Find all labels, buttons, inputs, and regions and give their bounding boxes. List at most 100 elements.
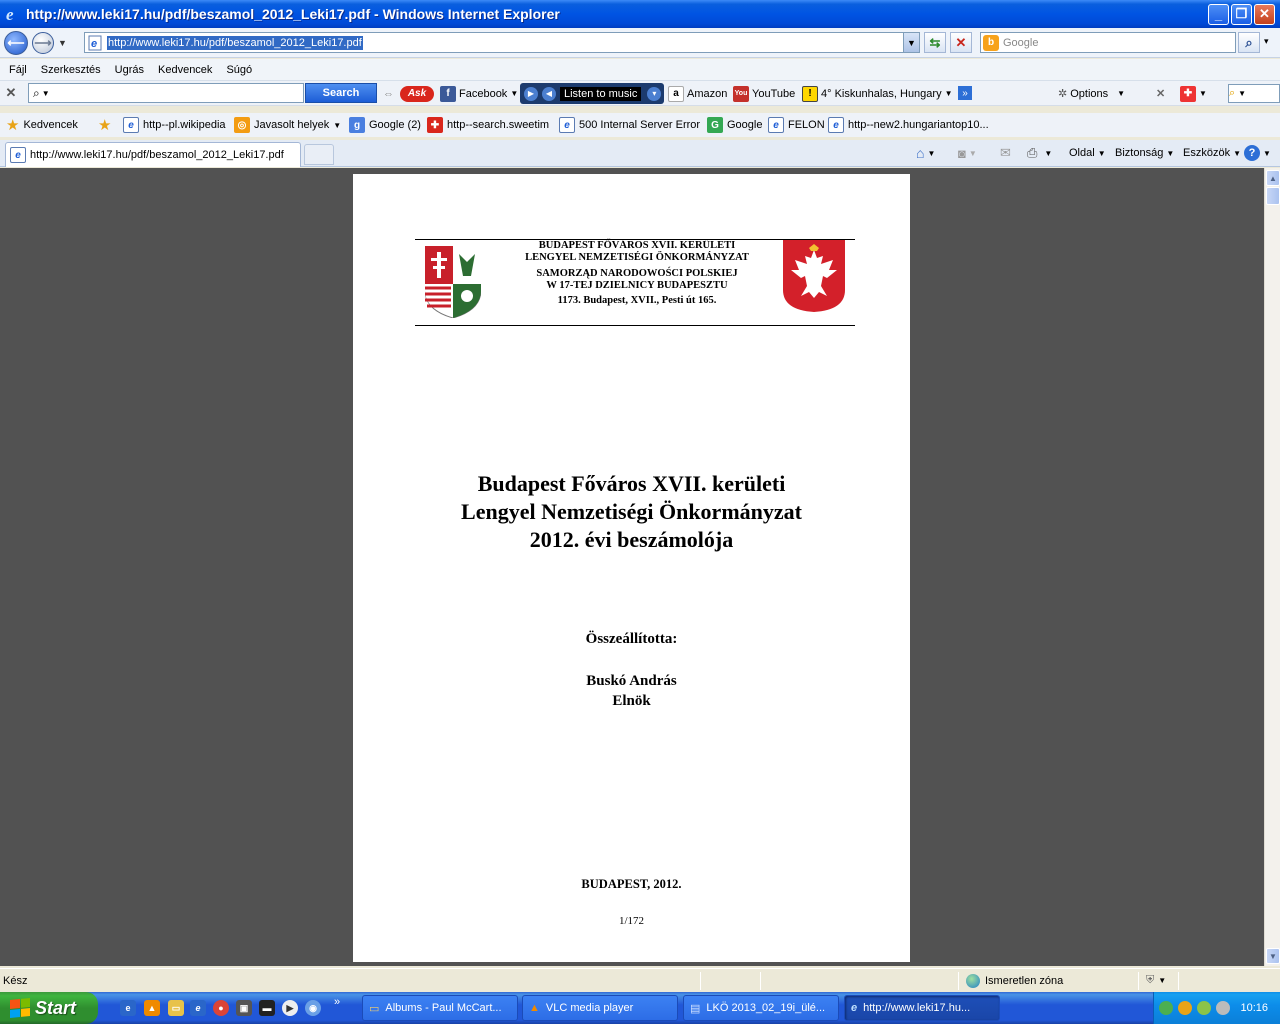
status-bar: Kész Ismeretlen zóna ⛨ ▼ xyxy=(0,968,1280,992)
search-go-icon[interactable]: ⌕ xyxy=(1238,32,1260,53)
ie-quicklaunch-icon[interactable]: e xyxy=(120,1000,136,1016)
music-player[interactable]: ▶ ◀ Listen to music ▾ xyxy=(520,83,664,104)
ie-icon: e xyxy=(851,1002,858,1014)
ask-search-input[interactable]: ⌕ ▼ xyxy=(28,83,304,103)
help-button[interactable]: ? ▼ xyxy=(1244,143,1271,163)
options-button[interactable]: ✲ Options ▼ xyxy=(1058,84,1125,103)
menu-help[interactable]: Súgó xyxy=(226,64,252,76)
address-field[interactable]: e http://www.leki17.hu/pdf/beszamol_2012… xyxy=(84,32,920,53)
tools-menu-button[interactable]: Eszközök ▼ xyxy=(1183,143,1241,163)
ie-quicklaunch-icon[interactable]: e xyxy=(190,1000,206,1016)
addon-button[interactable]: ✚ ▼ xyxy=(1180,84,1207,103)
start-button[interactable]: Start xyxy=(0,992,98,1024)
title-bar: e http://www.leki17.hu/pdf/beszamol_2012… xyxy=(0,0,1280,28)
page-icon: e xyxy=(123,117,139,133)
chevron-down-icon: ▼ xyxy=(1097,148,1106,158)
player-quicklaunch-icon[interactable]: ▶ xyxy=(282,1000,298,1016)
chrome-quicklaunch-icon[interactable]: ● xyxy=(213,1000,229,1016)
fav-link-sweetim[interactable]: ✚ http--search.sweetim xyxy=(427,117,549,133)
safety-menu-button[interactable]: Biztonság ▼ xyxy=(1115,143,1174,163)
menu-file[interactable]: Fájl xyxy=(9,64,27,76)
volume-tray-icon[interactable] xyxy=(1216,1001,1230,1015)
forward-button[interactable]: ⟶ xyxy=(32,31,54,54)
ask-search-button[interactable]: Search xyxy=(305,83,377,103)
menu-edit[interactable]: Szerkesztés xyxy=(41,64,101,76)
favorites-button[interactable]: ★ Kedvencek xyxy=(6,116,78,134)
scroll-up-icon[interactable]: ▲ xyxy=(1266,170,1280,186)
ask-logo-button[interactable]: Ask xyxy=(400,84,434,103)
folder-quicklaunch-icon[interactable]: ▭ xyxy=(168,1000,184,1016)
pdf-page: BUDAPEST FŐVÁROS XVII. KERÜLETI LENGYEL … xyxy=(353,174,910,962)
chevron-down-icon: ▼ xyxy=(968,148,977,158)
fav-link-google2[interactable]: g Google (2) xyxy=(349,117,421,133)
fav-link-wikipedia[interactable]: e http--pl.wikipedia xyxy=(123,117,226,133)
page-menu-button[interactable]: Oldal ▼ xyxy=(1069,143,1106,163)
more-chevron-icon[interactable]: » xyxy=(958,86,972,100)
fav-link-felon[interactable]: e FELON xyxy=(768,117,825,133)
history-dropdown-icon[interactable]: ▼ xyxy=(58,38,67,48)
minimize-button[interactable]: _ xyxy=(1208,3,1229,25)
task-vlc[interactable]: ▲ VLC media player xyxy=(522,995,678,1021)
scroll-thumb[interactable] xyxy=(1266,187,1280,205)
play-icon[interactable]: ▶ xyxy=(524,86,538,101)
feeds-button[interactable]: ◙ ▼ xyxy=(958,143,977,163)
fav-link-google[interactable]: G Google xyxy=(707,117,762,133)
print-button[interactable]: ⎙ ▼ xyxy=(1027,143,1052,163)
fav-link-500-error[interactable]: e 500 Internal Server Error xyxy=(559,117,700,133)
task-albums[interactable]: ▭ Albums - Paul McCart... xyxy=(362,995,518,1021)
status-divider xyxy=(1178,972,1179,990)
scroll-down-icon[interactable]: ▼ xyxy=(1266,948,1280,964)
weather-button[interactable]: ! 4° Kiskunhalas, Hungary ▼ xyxy=(802,84,953,103)
tab-row: e http://www.leki17.hu/pdf/beszamol_2012… xyxy=(0,140,1280,167)
toolbar2-search-input[interactable]: ⌕ ▼ xyxy=(1228,84,1280,103)
menu-favorites[interactable]: Kedvencek xyxy=(158,64,212,76)
page-icon: e xyxy=(828,117,844,133)
search-options-icon[interactable]: ▾ xyxy=(1264,36,1269,47)
back-button[interactable]: ⟵ xyxy=(4,30,28,55)
tab-active[interactable]: e http://www.leki17.hu/pdf/beszamol_2012… xyxy=(5,142,301,167)
fav-link-hungariantop[interactable]: e http--new2.hungariantop10... xyxy=(828,117,989,133)
task-label: http://www.leki17.hu... xyxy=(863,1002,971,1014)
vlc-quicklaunch-icon[interactable]: ▲ xyxy=(144,1000,160,1016)
menu-go[interactable]: Ugrás xyxy=(115,64,144,76)
network-tray-icon[interactable] xyxy=(1197,1001,1211,1015)
refresh-button[interactable]: ⇆ xyxy=(924,32,946,53)
network-quicklaunch-icon[interactable]: ◉ xyxy=(305,1000,321,1016)
vertical-scrollbar[interactable]: ▲ ▼ xyxy=(1264,168,1280,966)
address-dropdown-icon[interactable]: ▼ xyxy=(903,33,919,52)
media-quicklaunch-icon[interactable]: ▣ xyxy=(236,1000,252,1016)
zone-label: Ismeretlen zóna xyxy=(985,974,1064,987)
task-label: VLC media player xyxy=(545,1002,634,1014)
search-input[interactable]: b Google xyxy=(980,32,1236,53)
update-tray-icon[interactable] xyxy=(1178,1001,1192,1015)
protected-mode-button[interactable]: ⛨ ▼ xyxy=(1146,974,1166,987)
facebook-button[interactable]: f Facebook ▼ xyxy=(440,84,518,103)
toolbar-close-icon[interactable]: ✕ xyxy=(0,85,22,101)
amazon-label: Amazon xyxy=(687,87,728,100)
toolbar2-close-icon[interactable]: ✕ xyxy=(1156,84,1165,103)
music-dropdown-icon[interactable]: ▾ xyxy=(647,86,662,101)
window-title: http://www.leki17.hu/pdf/beszamol_2012_L… xyxy=(26,6,560,22)
home-button[interactable]: ⌂ ▼ xyxy=(916,143,935,163)
task-ie-active[interactable]: e http://www.leki17.hu... xyxy=(844,995,1000,1021)
stop-button[interactable]: ✕ xyxy=(950,32,972,53)
shield-icon: ⛨ xyxy=(1146,974,1155,986)
search-provider-icon: b xyxy=(983,34,999,51)
security-zone[interactable]: Ismeretlen zóna xyxy=(966,973,1064,988)
maximize-button[interactable]: ❐ xyxy=(1231,3,1252,25)
task-word-doc[interactable]: ▤ LKÖ 2013_02_19i_ülé... xyxy=(683,995,839,1021)
new-tab-button[interactable] xyxy=(304,144,334,165)
quicklaunch-more-icon[interactable]: » xyxy=(334,996,340,1008)
security-tray-icon[interactable] xyxy=(1159,1001,1173,1015)
volume-icon[interactable]: ◀ xyxy=(542,86,556,101)
ie-logo-icon: e xyxy=(6,5,14,23)
display-quicklaunch-icon[interactable]: ▬ xyxy=(259,1000,275,1016)
amazon-button[interactable]: a Amazon xyxy=(668,84,727,103)
fav-link-suggested[interactable]: ◎ Javasolt helyek ▼ xyxy=(234,117,341,133)
pdf-viewer[interactable]: BUDAPEST FŐVÁROS XVII. KERÜLETI LENGYEL … xyxy=(0,168,1264,966)
chevron-down-icon: ▼ xyxy=(41,88,50,98)
add-favorite-icon[interactable]: ★ xyxy=(98,116,111,134)
mail-button[interactable]: ✉ xyxy=(1000,143,1011,163)
close-button[interactable]: ✕ xyxy=(1254,3,1275,25)
youtube-button[interactable]: You YouTube xyxy=(733,84,795,103)
